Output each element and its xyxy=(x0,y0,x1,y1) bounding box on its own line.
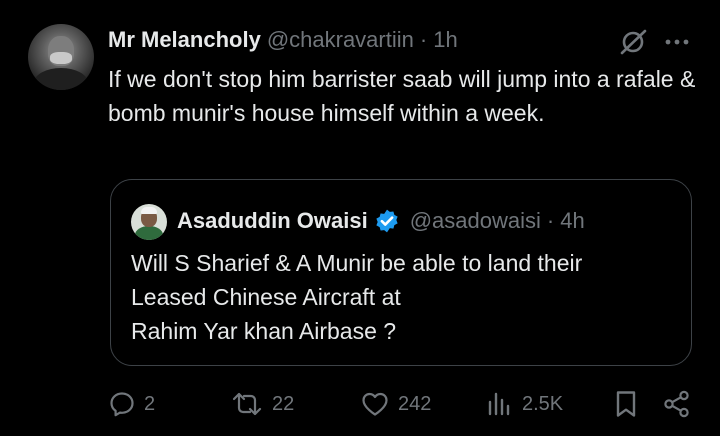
quoted-separator: · xyxy=(546,208,555,233)
like-count: 242 xyxy=(398,392,432,415)
quoted-text-line: Rahim Yar khan Airbase ? xyxy=(131,318,397,344)
repost-count: 22 xyxy=(272,392,295,415)
quoted-avatar-cap xyxy=(141,207,157,214)
reply-icon xyxy=(110,392,134,417)
bookmark-icon xyxy=(616,391,636,417)
reply-button[interactable]: 2 xyxy=(108,386,155,422)
tweet[interactable]: Mr Melancholy @chakravartiin · 1h If we … xyxy=(0,0,720,436)
tweet-text: If we don't stop him barrister saab will… xyxy=(108,66,696,126)
tweet-header: Mr Melancholy @chakravartiin · 1h xyxy=(108,26,458,54)
views-chart-icon xyxy=(488,392,510,416)
avatar[interactable] xyxy=(28,24,94,90)
quoted-header: Asaduddin Owaisi @asadowaisi · 4h xyxy=(177,206,585,236)
quoted-text: Will S Sharief & A Munir be able to land… xyxy=(131,246,679,348)
quoted-avatar[interactable] xyxy=(131,204,167,240)
more-icon[interactable] xyxy=(664,32,690,52)
avatar-mask xyxy=(50,52,72,64)
verified-badge-icon xyxy=(376,209,398,233)
bookmark-button[interactable] xyxy=(612,386,640,422)
share-icon xyxy=(664,390,689,418)
quoted-text-line: Leased Chinese Aircraft at xyxy=(131,284,401,310)
author-handle[interactable]: @chakravartiin xyxy=(267,27,414,53)
like-button[interactable]: 242 xyxy=(360,386,431,422)
action-bar: 2 22 242 2.5K xyxy=(0,386,720,422)
heart-icon xyxy=(362,392,388,416)
views-button[interactable]: 2.5K xyxy=(484,386,563,422)
views-count: 2.5K xyxy=(522,392,564,415)
quoted-handle[interactable]: @asadowaisi xyxy=(410,208,541,234)
share-button[interactable] xyxy=(662,386,692,422)
quoted-avatar-body xyxy=(135,226,163,240)
author-name[interactable]: Mr Melancholy xyxy=(108,27,261,53)
quoted-text-line: Will S Sharief & A Munir be able to land… xyxy=(131,250,583,276)
grok-icon[interactable] xyxy=(618,28,648,56)
reply-count: 2 xyxy=(144,392,156,415)
repost-button[interactable]: 22 xyxy=(230,386,294,422)
quoted-author-name[interactable]: Asaduddin Owaisi xyxy=(177,208,368,234)
quoted-timestamp[interactable]: 4h xyxy=(560,208,584,234)
separator: · xyxy=(419,27,428,52)
avatar-shoulders xyxy=(34,68,88,90)
quoted-tweet[interactable]: Asaduddin Owaisi @asadowaisi · 4h Will S… xyxy=(110,179,692,366)
repost-icon xyxy=(232,392,262,416)
timestamp[interactable]: 1h xyxy=(433,27,457,53)
